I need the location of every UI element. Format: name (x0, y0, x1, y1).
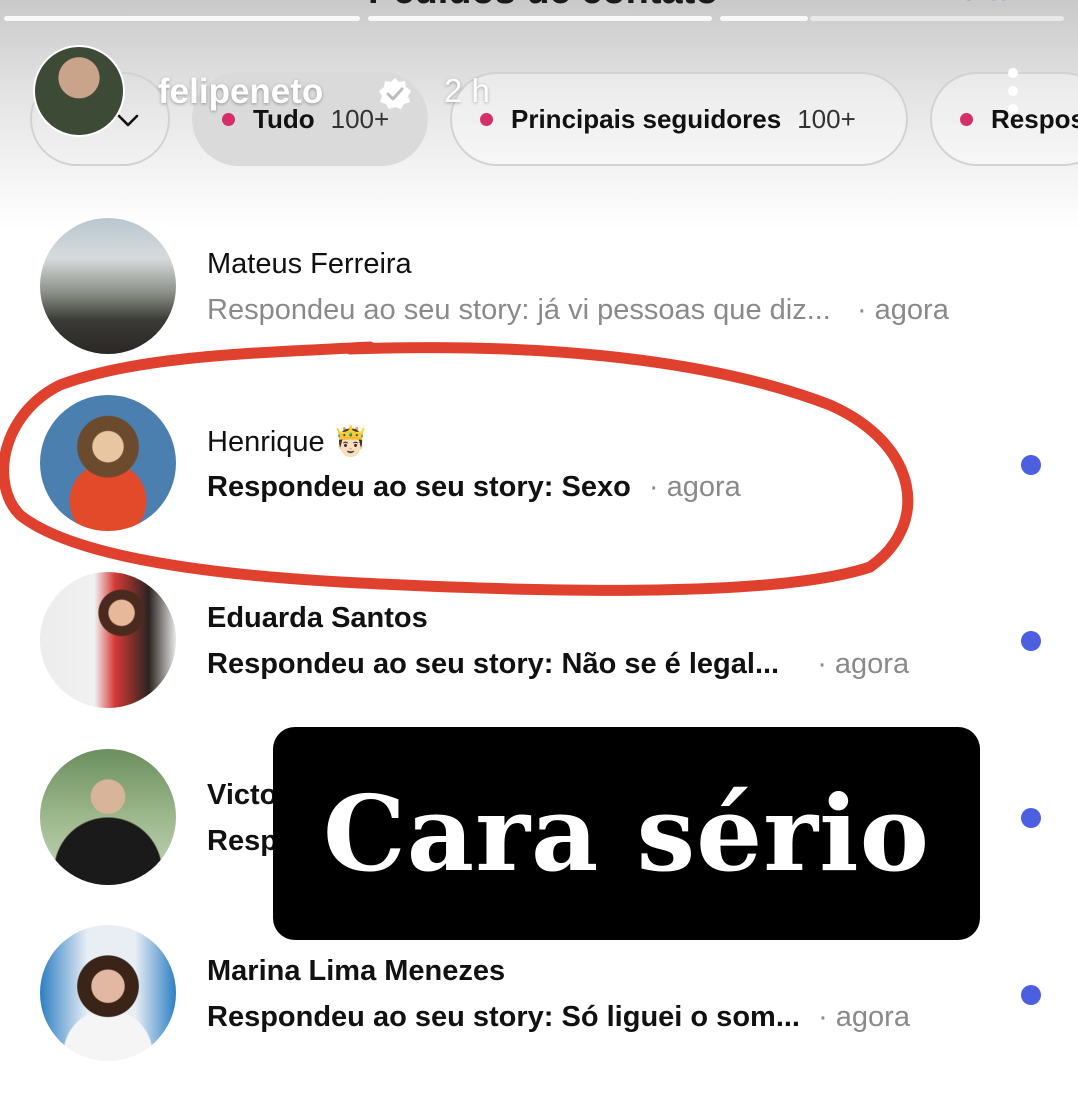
filter-chip-label: Principais seguidores (511, 103, 782, 134)
unread-indicator (1021, 985, 1041, 1005)
filter-dot (960, 112, 973, 126)
request-time: · agora (856, 294, 949, 326)
request-time: · agora (648, 471, 741, 503)
request-name: Marina Lima Menezes (207, 955, 506, 987)
request-row[interactable]: Marina Lima Menezes Respondeu ao seu sto… (0, 925, 1078, 1065)
avatar (40, 218, 176, 354)
story-progress-bar (368, 16, 712, 21)
unread-indicator (1021, 631, 1041, 651)
unread-indicator (1021, 455, 1041, 475)
avatar (40, 925, 176, 1061)
filter-dot (480, 112, 493, 126)
back-arrow-icon[interactable] (14, 0, 50, 14)
request-row[interactable]: Eduarda Santos Respondeu ao seu story: N… (0, 572, 1078, 712)
request-row[interactable]: Mateus Ferreira Respondeu ao seu story: … (0, 218, 1078, 358)
verified-badge-icon (379, 78, 411, 109)
story-progress-bar (4, 16, 360, 21)
story-progress-bar-current (720, 16, 808, 21)
story-caption: Cara sério (273, 727, 980, 940)
story-owner-username[interactable]: felipeneto (158, 72, 323, 112)
request-row[interactable]: Henrique 🤴🏻 Respondeu ao seu story: Sexo… (0, 395, 1078, 535)
request-name: Eduarda Santos (207, 602, 428, 634)
filter-chip-count: 100+ (797, 103, 856, 134)
story-owner-avatar[interactable] (33, 45, 125, 137)
request-message: Respondeu ao seu story: Só liguei o som.… (207, 1001, 800, 1033)
request-time: · agora (818, 1001, 910, 1033)
filter-dot (222, 112, 235, 126)
more-options-icon[interactable] (1004, 66, 1022, 116)
avatar (40, 572, 176, 708)
story-timestamp: 2 h (444, 72, 490, 109)
request-message: Respondeu ao seu story: já vi pessoas qu… (207, 294, 831, 326)
edit-button[interactable]: Editar (938, 0, 1027, 9)
request-name: Mateus Ferreira (207, 248, 412, 280)
request-message: Respondeu ao seu story: Sexo (207, 471, 631, 503)
request-message: Respondeu ao seu story: Não se é legal..… (207, 648, 780, 680)
story-progress-bar (810, 16, 1064, 21)
page-title: Pedidos de contato (368, 0, 718, 13)
request-name: Henrique 🤴🏻 (207, 426, 369, 458)
filter-chip-principais-seguidores[interactable]: Principais seguidores 100+ (450, 72, 908, 166)
request-time: · agora (817, 648, 910, 680)
avatar (40, 395, 176, 531)
unread-indicator (1021, 808, 1041, 828)
avatar (40, 749, 176, 885)
